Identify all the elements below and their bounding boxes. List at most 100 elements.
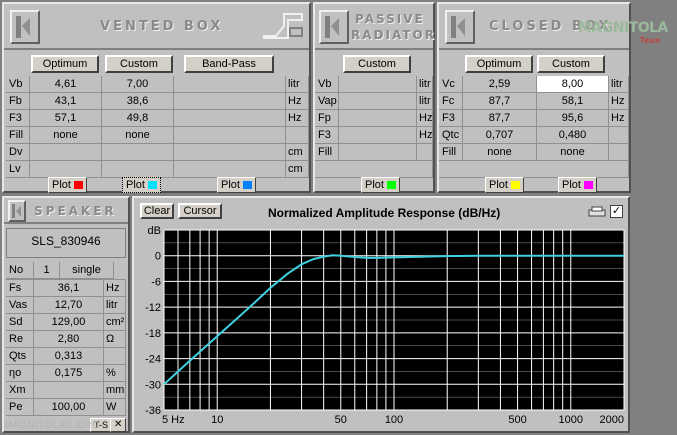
- param-label: Vb: [315, 76, 339, 93]
- x-tick-label: 500: [508, 414, 526, 426]
- red-swatch: [73, 181, 83, 190]
- passive-header: PASSIVE RADIATOR: [315, 4, 436, 50]
- param-label: Fc: [439, 93, 463, 110]
- closed-custom-button[interactable]: Custom: [537, 55, 605, 73]
- speaker-param-label: Fs: [6, 280, 34, 297]
- chart-title: Normalized Amplitude Response (dB/Hz): [268, 206, 501, 220]
- speaker-param-unit: Ω: [104, 331, 126, 348]
- plot-label: Plot: [52, 179, 71, 191]
- cursor-button[interactable]: Cursor: [178, 203, 222, 219]
- y-tick-label: dB: [148, 225, 161, 237]
- param-unit: [286, 127, 309, 144]
- no-mode[interactable]: single: [60, 262, 114, 279]
- speaker-param-label: Pe: [6, 399, 34, 416]
- speaker-param-value[interactable]: 100,00: [34, 399, 104, 416]
- speaker-param-unit: [104, 348, 126, 365]
- passive-custom-value[interactable]: [339, 127, 417, 144]
- vented-custom-button[interactable]: Custom: [105, 55, 173, 73]
- speaker-param-unit: %: [104, 365, 126, 382]
- passive-custom-value[interactable]: [339, 93, 417, 110]
- param-unit: Hz: [286, 110, 309, 127]
- passive-custom-button[interactable]: Custom: [343, 55, 411, 73]
- closed-custom-value[interactable]: 8,00: [537, 76, 609, 93]
- closed-custom-value[interactable]: 58,1: [537, 93, 609, 110]
- param-unit: litr: [417, 93, 433, 110]
- param-unit: [417, 144, 433, 161]
- vented-custom-value[interactable]: 49,8: [102, 110, 174, 127]
- closed-custom-value[interactable]: none: [537, 144, 609, 161]
- speaker-param-label: Re: [6, 331, 34, 348]
- vented-custom-value[interactable]: none: [102, 127, 174, 144]
- passive-custom-value[interactable]: [339, 76, 417, 93]
- closed-optimum-value: none: [463, 144, 537, 161]
- passive-custom-value[interactable]: [339, 144, 417, 161]
- speaker-param-unit: cm²: [104, 314, 126, 331]
- passive-custom-value[interactable]: [339, 110, 417, 127]
- closed-optimum-plot-button[interactable]: Plot: [485, 177, 524, 193]
- vented-bandpass-plot-button[interactable]: Plot: [217, 177, 256, 193]
- closed-optimum-value: 87,7: [463, 93, 537, 110]
- closed-custom-value[interactable]: 95,6: [537, 110, 609, 127]
- param-unit: cm: [286, 144, 309, 161]
- speaker-param-value[interactable]: 129,00: [34, 314, 104, 331]
- brand-name: MAGNITOLA: [578, 20, 668, 36]
- vented-bandpass-button[interactable]: Band-Pass: [184, 55, 274, 73]
- no-label: No: [6, 262, 34, 279]
- speaker-param-unit: mm: [104, 382, 126, 399]
- speaker-param-value[interactable]: [34, 382, 104, 399]
- speaker-param-label: Vas: [6, 297, 34, 314]
- vented-bandpass-value: [174, 127, 286, 144]
- clear-button[interactable]: Clear: [140, 203, 174, 219]
- green-swatch: [386, 181, 396, 190]
- closed-optimum-button[interactable]: Optimum: [465, 55, 533, 73]
- speaker-param-value[interactable]: 36,1: [34, 280, 104, 297]
- y-tick-label: -24: [145, 354, 161, 366]
- param-unit: [609, 127, 629, 144]
- y-tick-label: -18: [145, 328, 161, 340]
- printer-icon[interactable]: [588, 206, 606, 218]
- vented-custom-value[interactable]: 38,6: [102, 93, 174, 110]
- grid-checkbox[interactable]: ✓: [610, 205, 623, 218]
- param-unit: Hz: [286, 93, 309, 110]
- param-label: Fill: [315, 144, 339, 161]
- vented-bandpass-value: [174, 144, 286, 161]
- speaker-param-value[interactable]: 0,175: [34, 365, 104, 382]
- speaker-param-value[interactable]: 0,313: [34, 348, 104, 365]
- vented-custom-value[interactable]: [102, 144, 174, 161]
- speaker-no-row: No 1 single: [6, 262, 126, 280]
- param-label: Vap: [315, 93, 339, 110]
- param-unit: Hz: [609, 110, 629, 127]
- no-value[interactable]: 1: [34, 262, 60, 279]
- speaker-model: SLS_830946: [6, 228, 126, 258]
- vented-optimum-plot-button[interactable]: Plot: [48, 177, 87, 193]
- blue-swatch: [242, 181, 252, 190]
- x-tick-label: 1000: [559, 414, 583, 426]
- closed-custom-plot-button[interactable]: Plot: [558, 177, 597, 193]
- speaker-param-unit: Hz: [104, 280, 126, 297]
- vented-optimum-value: [30, 144, 102, 161]
- passive-params-table: Vb litr Vap litr Fp Hz F3 Hz Fill: [315, 76, 433, 179]
- x-tick-label: 10: [211, 414, 223, 426]
- param-label: F3: [315, 127, 339, 144]
- closed-custom-value[interactable]: 0,480: [537, 127, 609, 144]
- passive-radiator-panel: PASSIVE RADIATOR Custom Vb litr Vap litr Fp H…: [313, 2, 435, 193]
- param-unit: cm: [286, 161, 309, 178]
- param-label: Dv: [6, 144, 30, 161]
- passive-plot-button[interactable]: Plot: [361, 177, 400, 193]
- y-tick-label: -36: [145, 405, 161, 417]
- speaker-param-label: Sd: [6, 314, 34, 331]
- passive-title-line2: RADIATOR: [351, 28, 436, 42]
- plot-label: Plot: [126, 179, 145, 191]
- vented-optimum-button[interactable]: Optimum: [31, 55, 99, 73]
- speaker-param-unit: W: [104, 399, 126, 416]
- speaker-param-value[interactable]: 12,70: [34, 297, 104, 314]
- vented-custom-plot-button[interactable]: Plot: [122, 177, 161, 193]
- param-label: F3: [6, 110, 30, 127]
- close-icon[interactable]: ✕: [110, 418, 127, 432]
- param-unit: Hz: [609, 93, 629, 110]
- vented-custom-value[interactable]: 7,00: [102, 76, 174, 93]
- magenta-swatch: [583, 181, 593, 190]
- vented-custom-value[interactable]: [102, 161, 174, 178]
- speaker-param-value[interactable]: 2,80: [34, 331, 104, 348]
- passive-empty-row: [315, 161, 433, 178]
